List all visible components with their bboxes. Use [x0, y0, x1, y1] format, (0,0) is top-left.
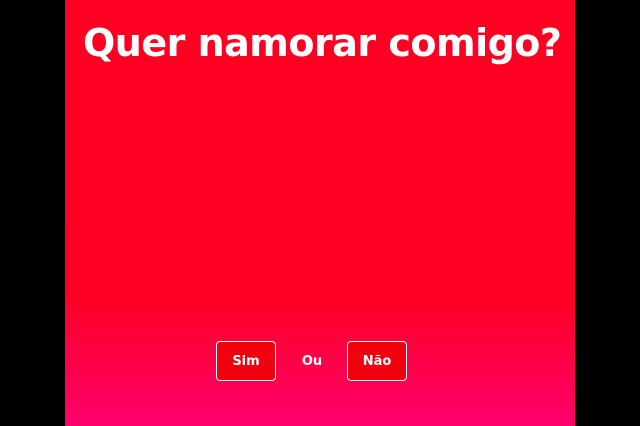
page-background: Quer namorar comigo? Sim Ou Não	[0, 0, 640, 426]
question-panel: Quer namorar comigo? Sim Ou Não	[65, 0, 575, 426]
yes-button[interactable]: Sim	[216, 341, 276, 381]
question-title: Quer namorar comigo?	[83, 21, 562, 65]
no-button[interactable]: Não	[347, 341, 407, 381]
or-separator-label: Ou	[301, 353, 323, 369]
